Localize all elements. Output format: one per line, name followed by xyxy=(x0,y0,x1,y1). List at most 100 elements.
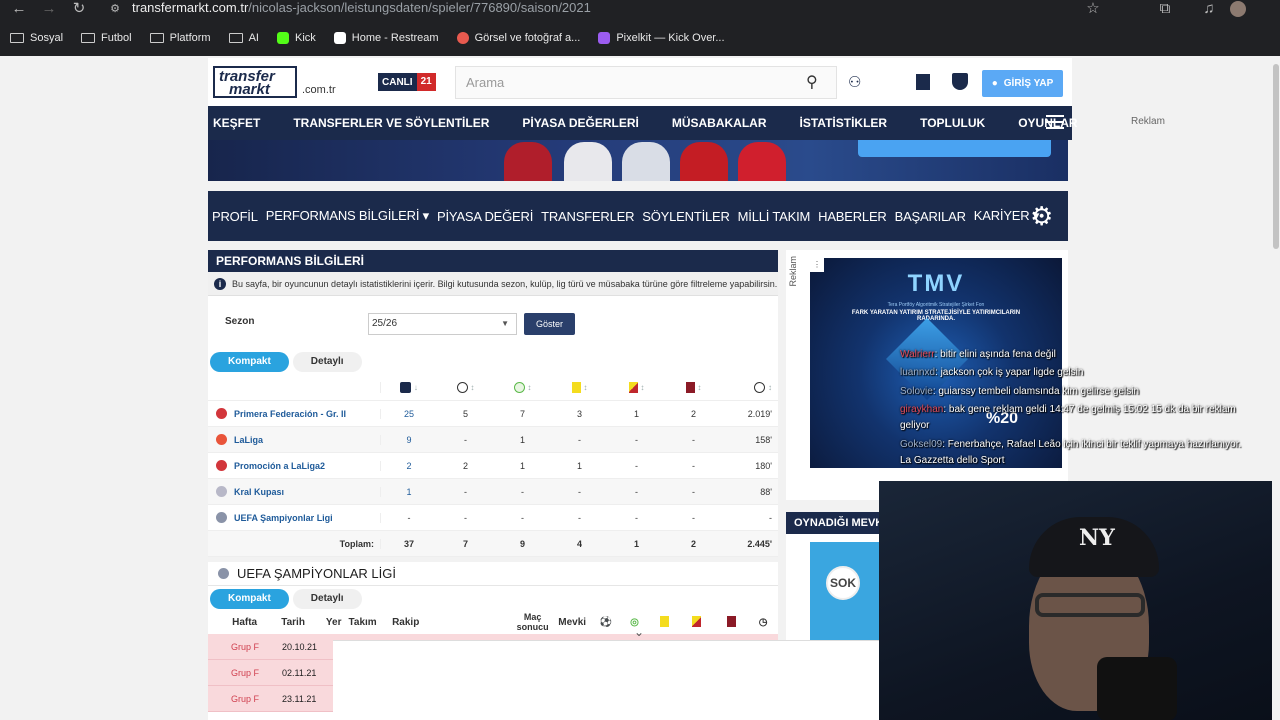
bookmark-kick[interactable]: Kick xyxy=(276,32,316,44)
bookmark-label: Kick xyxy=(294,32,316,44)
media-icon[interactable]: ♫ xyxy=(1198,0,1220,18)
subnav-piyasa[interactable]: PİYASA DEĞERİ xyxy=(437,209,533,224)
chevron-down-icon: ▼ xyxy=(501,319,509,328)
stream-chat-overlay: Walrierr: bitir elini aşında fena değil … xyxy=(900,345,1280,475)
chat-text: : jackson çok iş yapar ligde gelsin xyxy=(935,367,1084,378)
competition-link[interactable]: Primera Federación - Gr. II xyxy=(208,408,380,419)
bookmark-restream[interactable]: Home - Restream xyxy=(333,32,439,44)
live-badge[interactable]: CANLI 21 xyxy=(378,73,436,91)
nav-kesfet[interactable]: KEŞFET xyxy=(213,116,260,130)
appearances-header[interactable]: ↓ xyxy=(380,381,437,394)
minutes-cell: 88' xyxy=(760,486,772,497)
info-bar[interactable]: i Bu sayfa, bir oyuncunun detaylı istatis… xyxy=(208,272,778,296)
bookmark-icon[interactable] xyxy=(916,74,930,90)
week-cell[interactable]: Grup F xyxy=(208,642,282,652)
live-label: CANLI xyxy=(382,76,413,88)
competition-name: LaLiga xyxy=(234,434,264,445)
banner-button[interactable] xyxy=(858,140,1051,157)
apps-cell: - xyxy=(380,512,437,523)
week-cell[interactable]: Grup F xyxy=(208,694,282,704)
goals-cell: 5 xyxy=(462,408,468,419)
season-select[interactable]: 25/26 ▼ xyxy=(368,313,517,335)
reload-icon[interactable]: ↻ xyxy=(68,0,90,18)
address-bar[interactable]: transfermarkt.com.tr/nicolas-jackson/lei… xyxy=(132,0,1172,18)
extensions-icon[interactable]: ⧉ xyxy=(1154,0,1176,18)
nav-topluluk[interactable]: TOPLULUK xyxy=(920,116,985,130)
bookmark-label: AI xyxy=(248,32,259,44)
nav-transferler[interactable]: TRANSFERLER VE SÖYLENTİLER xyxy=(293,116,489,130)
search-icon[interactable]: ⚲ xyxy=(806,72,818,92)
subnav-haberler[interactable]: HABERLER xyxy=(818,209,887,224)
bookmark-image-tool[interactable]: Görsel ve fotoğraf a... xyxy=(456,32,581,44)
date-cell: 20.10.21 xyxy=(282,641,318,652)
position-badge: SOK xyxy=(826,566,860,600)
yellow-header[interactable]: ↕ xyxy=(551,381,608,393)
yellow-card-icon xyxy=(571,381,581,393)
forward-icon[interactable]: → xyxy=(38,0,60,18)
menu-icon[interactable] xyxy=(1046,115,1064,129)
goals-header[interactable]: ↕ xyxy=(437,381,494,393)
minutes-cell: 180' xyxy=(755,460,772,471)
competition-link[interactable]: LaLiga xyxy=(208,434,380,445)
nav-piyasa[interactable]: PİYASA DEĞERLERİ xyxy=(522,116,638,130)
red-header[interactable]: ↕ xyxy=(665,381,722,393)
site-logo[interactable]: transfer markt xyxy=(213,66,297,98)
login-button[interactable]: ● GİRİŞ YAP xyxy=(982,70,1063,97)
subnav-transferler[interactable]: TRANSFERLER xyxy=(541,209,634,224)
subnav-basarilar[interactable]: BAŞARILAR xyxy=(895,209,966,224)
profile-avatar[interactable] xyxy=(1230,1,1246,17)
subnav-profil[interactable]: PROFİL xyxy=(212,209,258,224)
nav-istatistikler[interactable]: İSTATİSTİKLER xyxy=(800,116,888,130)
user-search-icon[interactable]: ⚇ xyxy=(848,73,861,91)
tab-detayli[interactable]: Detaylı xyxy=(292,352,362,372)
bookmark-platform[interactable]: Platform xyxy=(149,32,211,44)
main-nav: KEŞFET TRANSFERLER VE SÖYLENTİLER PİYASA… xyxy=(208,106,1078,140)
search-input[interactable]: Arama xyxy=(455,66,837,99)
shield-icon[interactable] xyxy=(952,73,968,90)
gear-icon[interactable]: ⚙ xyxy=(1030,203,1056,229)
minutes-header[interactable]: ↕ xyxy=(722,381,778,393)
kick-icon xyxy=(276,32,289,44)
site-info-icon[interactable]: ⚙ xyxy=(104,0,126,18)
assists-header[interactable]: ↕ xyxy=(494,381,551,393)
col-rakip: Rakip xyxy=(392,616,420,628)
bookmark-pixelkit[interactable]: Pixelkit — Kick Over... xyxy=(598,32,725,44)
competition-link[interactable]: Kral Kupası xyxy=(208,486,380,497)
scrollbar-thumb[interactable] xyxy=(1273,64,1279,249)
total-row: Toplam: 37 7 9 4 1 2 2.445' xyxy=(208,531,778,557)
bottom-ad-popup: ⌄ xyxy=(333,625,879,720)
nav-musabakalar[interactable]: MÜSABAKALAR xyxy=(672,116,767,130)
scrollbar[interactable] xyxy=(1272,56,1280,720)
minutes-cell: - xyxy=(769,512,772,523)
tab-kompakt[interactable]: Kompakt xyxy=(210,589,289,609)
tab-kompakt[interactable]: Kompakt xyxy=(210,352,289,372)
show-button[interactable]: Göster xyxy=(524,313,575,335)
competition-icon xyxy=(216,512,227,523)
bookmark-label: Görsel ve fotoğraf a... xyxy=(474,32,581,44)
assists-cell: 7 xyxy=(519,408,525,419)
competition-link[interactable]: Promoción a LaLiga2 xyxy=(208,460,380,471)
bookmark-ai[interactable]: AI xyxy=(228,32,259,44)
week-cell[interactable]: Grup F xyxy=(208,668,282,678)
second-yellow-header[interactable]: ↕ xyxy=(608,381,665,393)
red-cell: - xyxy=(692,512,695,523)
back-icon[interactable]: ← xyxy=(8,0,30,18)
bookmark-sosyal[interactable]: Sosyal xyxy=(10,32,63,44)
competition-link[interactable]: UEFA Şampiyonlar Ligi xyxy=(208,512,380,523)
chevron-down-icon[interactable]: ⌄ xyxy=(629,625,649,639)
star-icon[interactable]: ☆ xyxy=(1082,0,1104,18)
subnav-milli[interactable]: MİLLİ TAKIM xyxy=(738,209,811,224)
bookmark-label: Sosyal xyxy=(30,32,64,44)
col-tarih: Tarih xyxy=(281,616,305,628)
subnav-performans[interactable]: PERFORMANS BİLGİLERİ ▾ xyxy=(266,208,429,224)
folder-icon xyxy=(228,33,243,43)
date-cell: 23.11.21 xyxy=(282,693,317,704)
ball-icon: ⚽ xyxy=(599,616,613,628)
tab-detayli[interactable]: Detaylı xyxy=(292,589,362,609)
apps-cell: 25 xyxy=(380,408,437,419)
bookmark-futbol[interactable]: Futbol xyxy=(81,32,132,44)
url-path: /nicolas-jackson/leistungsdaten/spieler/… xyxy=(248,0,591,15)
chat-text: : bak gene reklam geldi 14:47 de gelmiş … xyxy=(943,404,1236,415)
banner-player xyxy=(622,142,670,181)
subnav-soylentiler[interactable]: SÖYLENTİLER xyxy=(642,209,730,224)
